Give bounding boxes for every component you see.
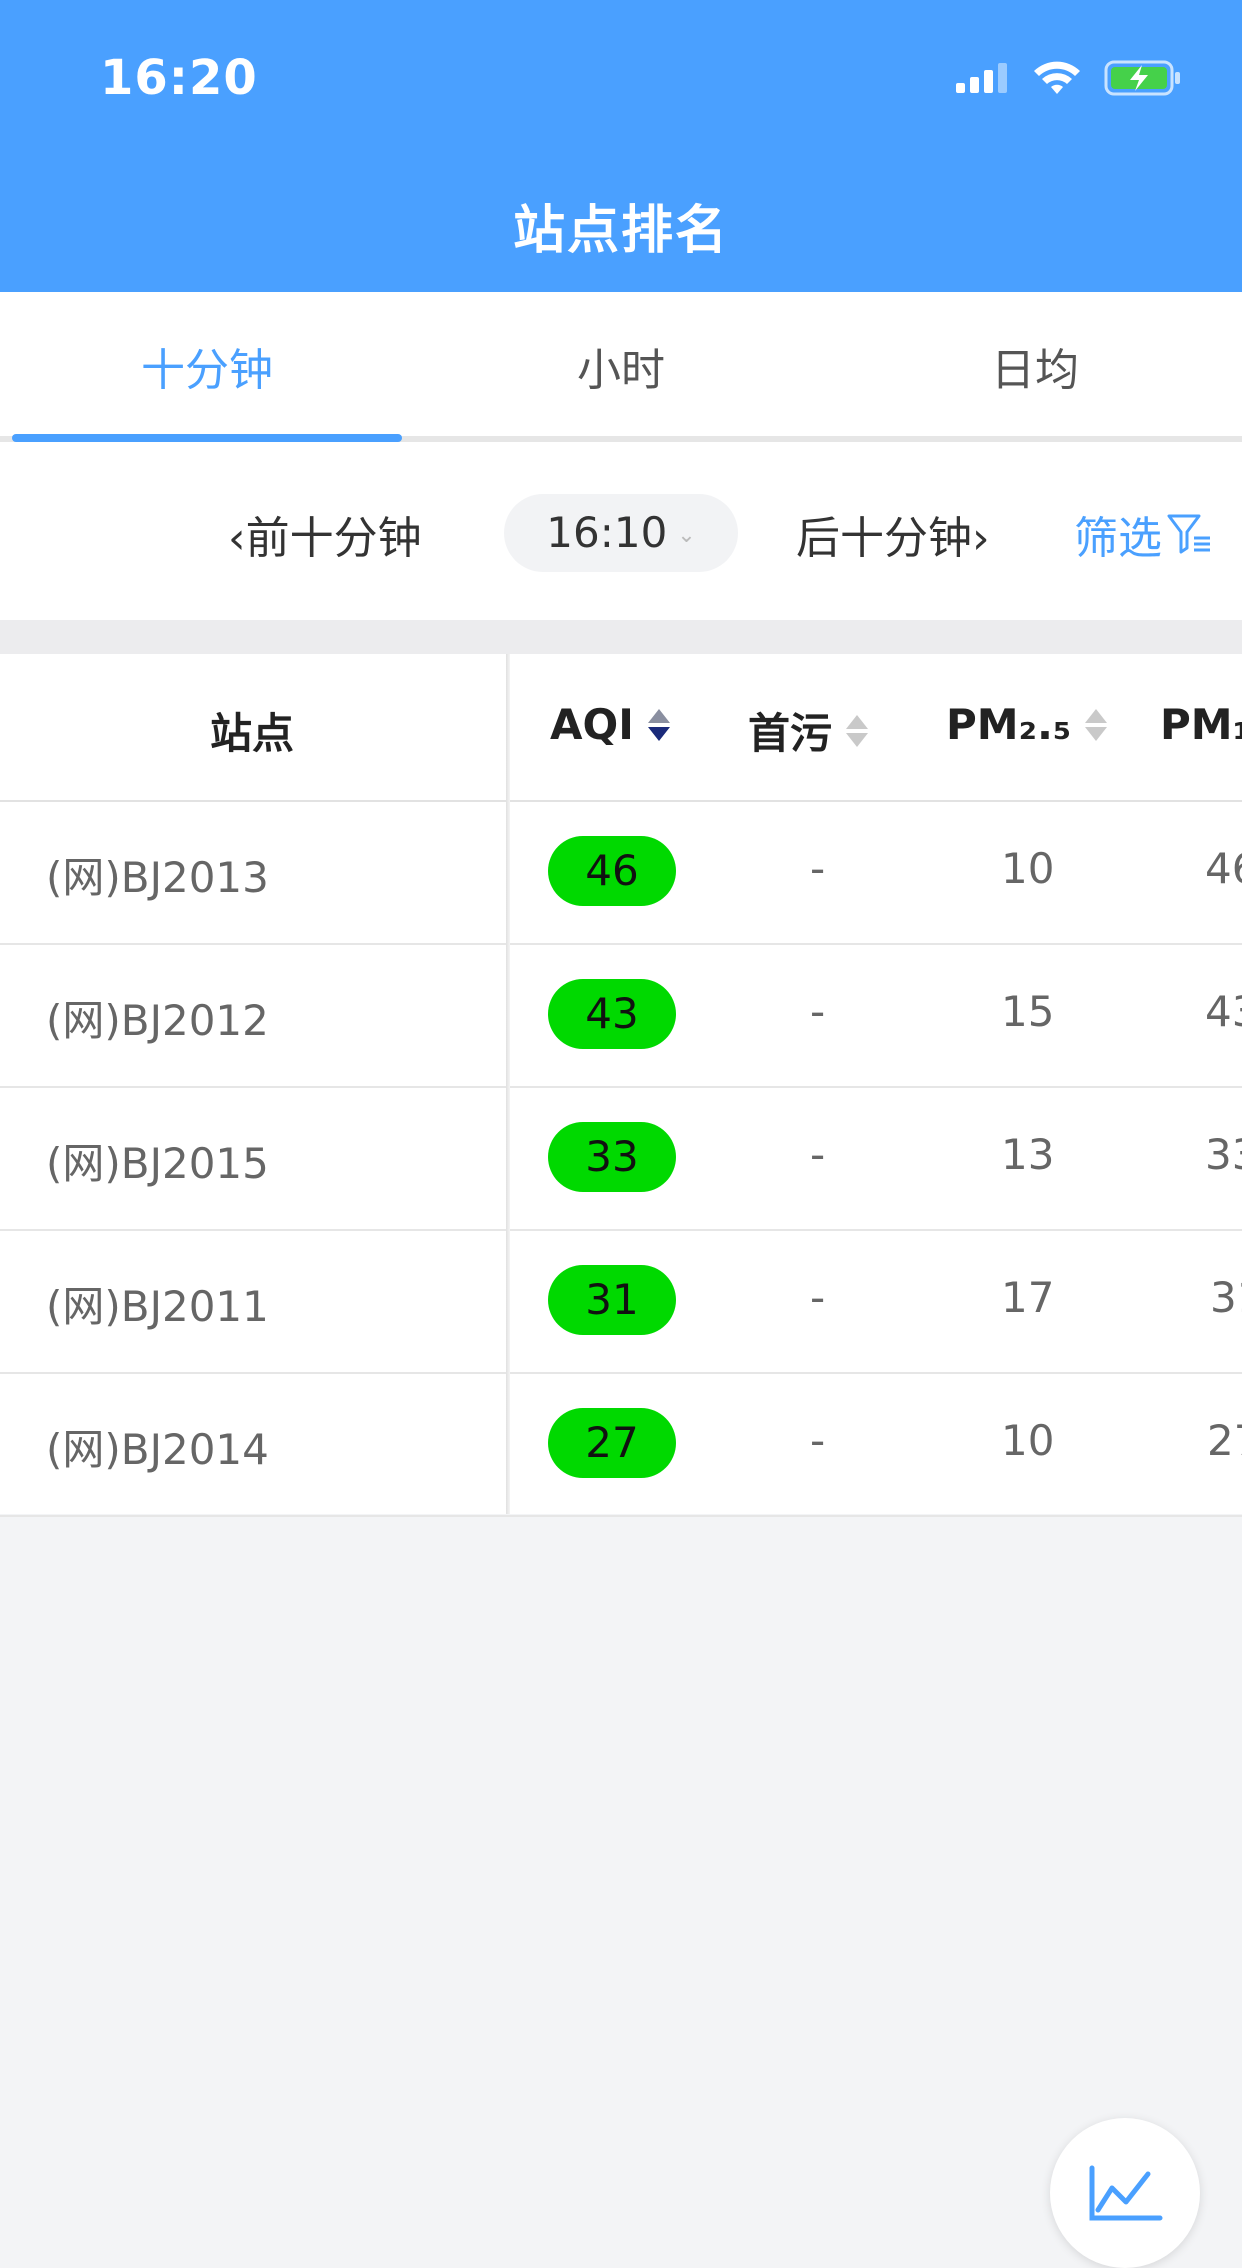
filter-label: 筛选 (1074, 513, 1162, 564)
chevron-right-icon: › (972, 513, 990, 564)
pm10-value: 43 (1205, 987, 1242, 1036)
frozen-column-divider (506, 654, 510, 1514)
section-gap (0, 620, 1242, 654)
battery-icon (1104, 60, 1180, 96)
aqi-badge: 31 (548, 1265, 676, 1335)
primary-pollutant: - (810, 844, 826, 893)
sort-icon (1085, 708, 1108, 741)
status-icons (956, 56, 1184, 100)
chevron-left-icon: ‹ (228, 513, 246, 564)
time-navigation: ‹前十分钟 16:10 ⌄ 后十分钟› 筛选 (0, 442, 1242, 620)
time-value: 16:10 (546, 508, 668, 557)
pm25-value: 10 (1001, 1416, 1055, 1465)
column-primary-pollutant-label: 首污 (748, 709, 833, 758)
next-period-button[interactable]: 后十分钟› (796, 502, 990, 566)
pm10-value: 46 (1205, 844, 1242, 893)
column-pm10[interactable]: PM₁₀ (1160, 700, 1242, 749)
primary-pollutant: - (810, 1130, 826, 1179)
station-ranking-table[interactable]: 站点 AQI 首污 PM₂.₅ PM₁₀ (网)BJ2013 46 - 10 4… (0, 654, 1242, 1517)
pm25-value: 15 (1001, 987, 1055, 1036)
table-row[interactable]: (网)BJ2011 31 - 17 31 (0, 1231, 1242, 1374)
table-row[interactable]: (网)BJ2013 46 - 10 46 (0, 802, 1242, 945)
chevron-down-icon: ⌄ (677, 522, 696, 548)
aqi-badge: 27 (548, 1408, 676, 1478)
app-header: 16:20 站点排名 (0, 0, 1242, 292)
column-station: 站点 (210, 700, 294, 761)
aqi-badge: 43 (548, 979, 676, 1049)
aqi-badge: 33 (548, 1122, 676, 1192)
pm10-value: 31 (1210, 1273, 1242, 1322)
column-aqi-label: AQI (550, 700, 634, 749)
sort-icon (846, 714, 869, 747)
primary-pollutant: - (810, 987, 826, 1036)
page-title: 站点排名 (512, 201, 729, 261)
pm10-value: 33 (1205, 1130, 1242, 1179)
table-header: 站点 AQI 首污 PM₂.₅ PM₁₀ (0, 654, 1242, 802)
station-name: (网)BJ2013 (46, 853, 269, 902)
station-name: (网)BJ2011 (46, 1282, 269, 1331)
table-row[interactable]: (网)BJ2014 27 - 10 27 (0, 1374, 1242, 1517)
wifi-icon (1034, 61, 1080, 94)
station-name: (网)BJ2012 (46, 996, 269, 1045)
line-chart-icon (1089, 2165, 1163, 2221)
filter-button[interactable]: 筛选 (1074, 502, 1212, 566)
previous-period-button[interactable]: ‹前十分钟 (228, 502, 422, 566)
column-station-label: 站点 (210, 709, 295, 758)
next-period-label: 后十分钟 (796, 513, 972, 564)
column-pm25[interactable]: PM₂.₅ (946, 700, 1108, 749)
sort-icon (647, 708, 670, 741)
tab-active-indicator (12, 434, 402, 442)
tab-daily[interactable]: 日均 (828, 292, 1242, 442)
column-aqi[interactable]: AQI (550, 700, 670, 749)
signal-icon (956, 63, 1007, 93)
aqi-badge: 46 (548, 836, 676, 906)
table-row[interactable]: (网)BJ2012 43 - 15 43 (0, 945, 1242, 1088)
column-primary-pollutant[interactable]: 首污 (748, 700, 869, 761)
tab-bar: 十分钟 小时 日均 (0, 292, 1242, 442)
pm10-value: 27 (1207, 1416, 1242, 1465)
primary-pollutant: - (810, 1273, 826, 1322)
pm25-value: 10 (1001, 844, 1055, 893)
column-pm25-label: PM₂.₅ (946, 700, 1072, 749)
station-name: (网)BJ2014 (46, 1425, 269, 1474)
pm25-value: 17 (1001, 1273, 1055, 1322)
column-pm10-label: PM₁₀ (1160, 700, 1242, 749)
tab-ten-minutes[interactable]: 十分钟 (0, 292, 414, 442)
status-time: 16:20 (100, 50, 258, 106)
tab-hourly[interactable]: 小时 (414, 292, 828, 442)
previous-period-label: 前十分钟 (245, 513, 422, 564)
time-selector[interactable]: 16:10 ⌄ (504, 494, 738, 572)
station-name: (网)BJ2015 (46, 1139, 269, 1188)
filter-icon (1167, 514, 1210, 554)
table-row[interactable]: (网)BJ2015 33 - 13 33 (0, 1088, 1242, 1231)
primary-pollutant: - (810, 1416, 826, 1465)
pm25-value: 13 (1001, 1130, 1055, 1179)
trend-chart-button[interactable] (1050, 2118, 1200, 2268)
